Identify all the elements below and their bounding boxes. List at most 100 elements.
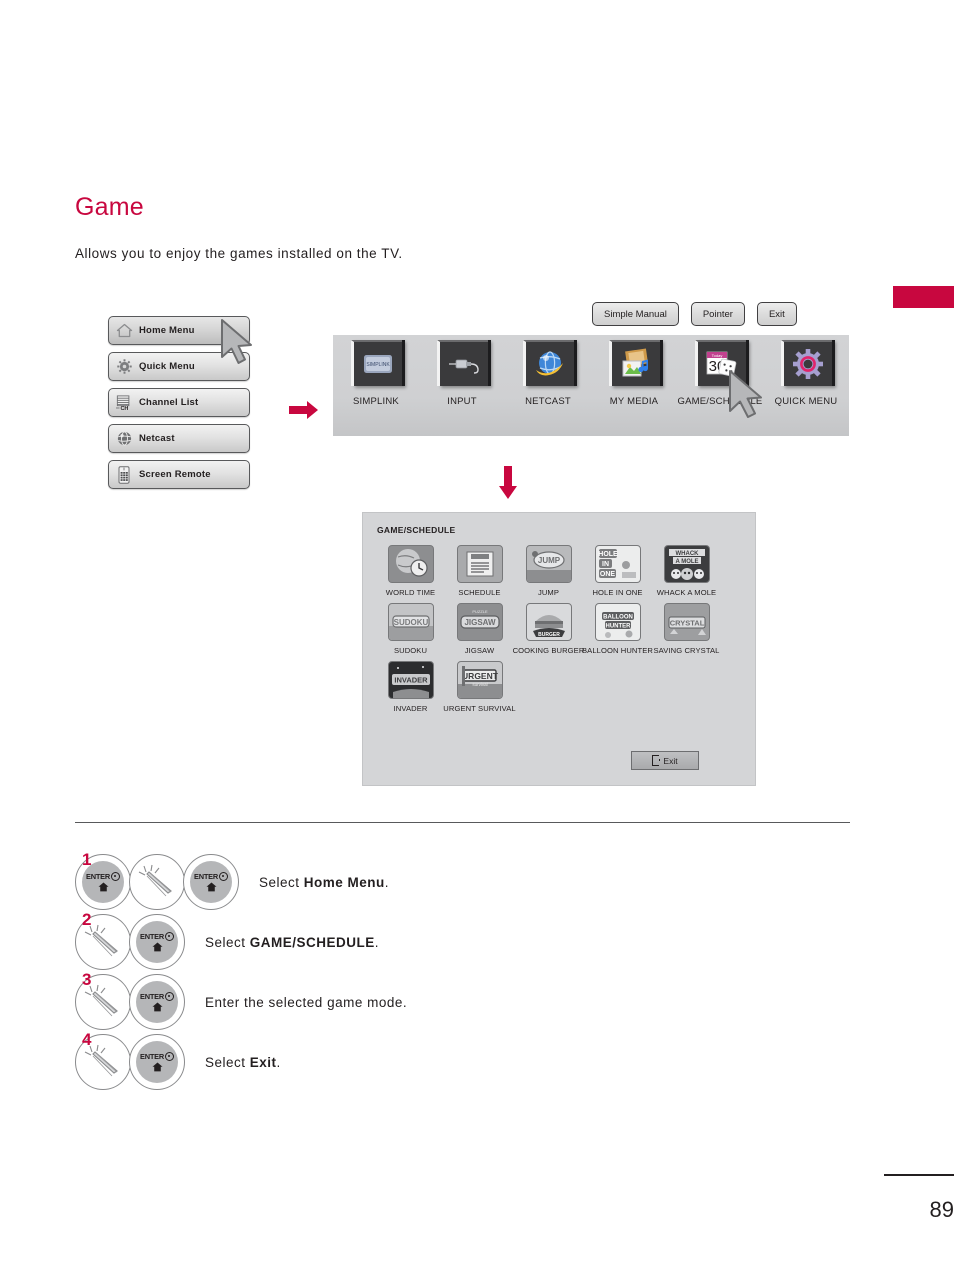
game-tile-label: INVADER [393, 704, 428, 713]
svg-text:INVADER: INVADER [394, 676, 428, 685]
step-description: Select Home Menu. [259, 875, 389, 890]
step-keys: ENTER ENTER [75, 854, 239, 910]
svg-text:JIGSAW: JIGSAW [464, 618, 496, 627]
enter-key-button[interactable]: ENTER [129, 974, 185, 1030]
game-thumbnail: JIGSAW PUZZLE [456, 603, 503, 641]
game-tile-jump[interactable]: JUMP JUMP [514, 545, 583, 597]
svg-text:HUNTER: HUNTER [605, 624, 631, 630]
arrow-right-icon [289, 401, 318, 419]
wheel-scroll-key[interactable] [129, 854, 185, 910]
step-text-bold: Home Menu [303, 874, 385, 890]
wheel-dot-icon [165, 932, 175, 941]
home-glyph-icon [98, 882, 108, 892]
pointer-button[interactable]: Pointer [690, 302, 745, 326]
step-number: 2 [82, 910, 92, 929]
game-thumbnail [456, 545, 503, 583]
exit-button[interactable]: Exit [756, 302, 797, 326]
home-glyph-icon [206, 882, 216, 892]
game-tile-balloon-hunter[interactable]: BALLOON HUNTER BALLOON HUNTER [582, 603, 653, 655]
tv-menu-item-label: INPUT [447, 396, 477, 407]
game-grid: WORLD TIME SCHEDULE JUMP JUMP HOLE IN ON… [376, 545, 744, 719]
intro-text: Allows you to enjoy the games installed … [75, 246, 403, 261]
page-number-rule [884, 1174, 954, 1176]
wheel-dot-icon [165, 1052, 175, 1061]
input-jack-icon [436, 340, 488, 386]
gear-icon [109, 358, 139, 375]
scroll-wheel-icon [138, 864, 172, 897]
section-tab-label: WATCHING TV / CHANNEL CONTROL [884, 300, 954, 637]
tv-menu-item-input[interactable]: INPUT [419, 340, 505, 407]
svg-text:CRYSTAL: CRYSTAL [669, 619, 704, 628]
game-tile-label: URGENT SURVIVAL [443, 704, 516, 713]
game-tile-label: SCHEDULE [458, 588, 501, 597]
game-thumbnail: INVADER [387, 661, 434, 699]
game-panel-exit-button[interactable]: Exit [631, 751, 699, 770]
svg-text:URGENT: URGENT [462, 671, 499, 681]
svg-text:BURGER: BURGER [538, 632, 560, 638]
sidebar-item-channel-list[interactable]: CH Channel List [108, 388, 250, 417]
game-tile-label: WHACK A MOLE [656, 588, 717, 597]
step-text-prefix: Select [205, 934, 250, 950]
game-tile-sudoku[interactable]: SUDOKU SUDOKU [376, 603, 445, 655]
game-tile-label: HOLE IN ONE [592, 588, 643, 597]
step-text-suffix: . [374, 934, 380, 950]
game-panel-title: GAME/SCHEDULE [377, 525, 456, 535]
game-thumbnail: WHACK A MOLE [663, 545, 710, 583]
game-tile-label: SAVING CRYSTAL [653, 646, 720, 655]
svg-text:IN: IN [602, 561, 609, 568]
enter-key-button[interactable]: ENTER [129, 914, 185, 970]
sidebar-item-netcast[interactable]: Netcast [108, 424, 250, 453]
gear-icon [780, 340, 832, 386]
tv-menu-item-netcast[interactable]: NETCAST [505, 340, 591, 407]
home-glyph-icon [152, 942, 162, 952]
game-tile-world-time[interactable]: WORLD TIME [376, 545, 445, 597]
sidebar-item-label: Quick Menu [139, 361, 195, 372]
wheel-dot-icon [219, 872, 229, 881]
tv-menu-buttons: Simple Manual Pointer Exit [592, 302, 797, 326]
simple-manual-button[interactable]: Simple Manual [592, 302, 679, 326]
game-tile-label: JUMP [537, 588, 560, 597]
game-tile-label: JIGSAW [464, 646, 495, 655]
game-tile-saving-crystal[interactable]: CRYSTAL SAVING CRYSTAL [652, 603, 721, 655]
game-tile-hole-in-one[interactable]: HOLE IN ONE HOLE IN ONE [583, 545, 652, 597]
step-number: 1 [82, 850, 92, 869]
svg-text:survival: survival [472, 682, 487, 687]
game-tile-whack-a-mole[interactable]: WHACK A MOLE WHACK A MOLE [652, 545, 721, 597]
home-icon [109, 323, 139, 338]
arrow-down-icon [499, 466, 517, 499]
game-thumbnail: HOLE IN ONE [594, 545, 641, 583]
tv-menu-item-label: QUICK MENU [774, 396, 838, 407]
svg-text:PUZZLE: PUZZLE [472, 609, 488, 614]
step-text-prefix: Select [259, 874, 304, 890]
svg-text:HOLE: HOLE [598, 551, 618, 558]
step-text-suffix: . [276, 1054, 281, 1070]
enter-key-label: ENTER [139, 992, 165, 1001]
game-tile-schedule[interactable]: SCHEDULE [445, 545, 514, 597]
step-description: Select Exit. [205, 1055, 281, 1070]
game-tile-label: SUDOKU [393, 646, 428, 655]
tv-menu-item-my-media[interactable]: MY MEDIA [591, 340, 677, 407]
game-tile-cooking-burger[interactable]: BURGER COOKING BURGER [512, 603, 585, 655]
tv-menu-item-simplink[interactable]: SIMPLINK SIMPLINK [333, 340, 419, 407]
enter-key-label: ENTER [139, 932, 165, 941]
svg-text:CH: CH [120, 406, 128, 411]
remote-icon [109, 465, 139, 484]
home-glyph-icon [152, 1062, 162, 1072]
section-divider [75, 822, 850, 824]
mouse-cursor-home-menu [221, 319, 252, 364]
sidebar-item-screen-remote[interactable]: Screen Remote [108, 460, 250, 489]
svg-text:SUDOKU: SUDOKU [393, 618, 428, 627]
step-text-prefix: Enter the selected game mode. [205, 994, 408, 1010]
game-tile-label: COOKING BURGER [512, 646, 585, 655]
step-number: 4 [82, 1030, 92, 1049]
sidebar-item-label: Home Menu [139, 325, 195, 336]
game-tile-urgent-survival[interactable]: URGENT survival URGENT SURVIVAL [443, 661, 516, 713]
step-2: 2 ENTER Select GAME/SCHEDULE. [75, 910, 855, 972]
enter-key-button[interactable]: ENTER [183, 854, 239, 910]
tv-menu-item-label: MY MEDIA [609, 396, 659, 407]
game-tile-invader[interactable]: INVADER INVADER [376, 661, 445, 713]
game-tile-jigsaw[interactable]: JIGSAW PUZZLE JIGSAW [445, 603, 514, 655]
sidebar-item-label: Netcast [139, 433, 175, 444]
svg-text:A MOLE: A MOLE [675, 559, 698, 565]
enter-key-button[interactable]: ENTER [129, 1034, 185, 1090]
